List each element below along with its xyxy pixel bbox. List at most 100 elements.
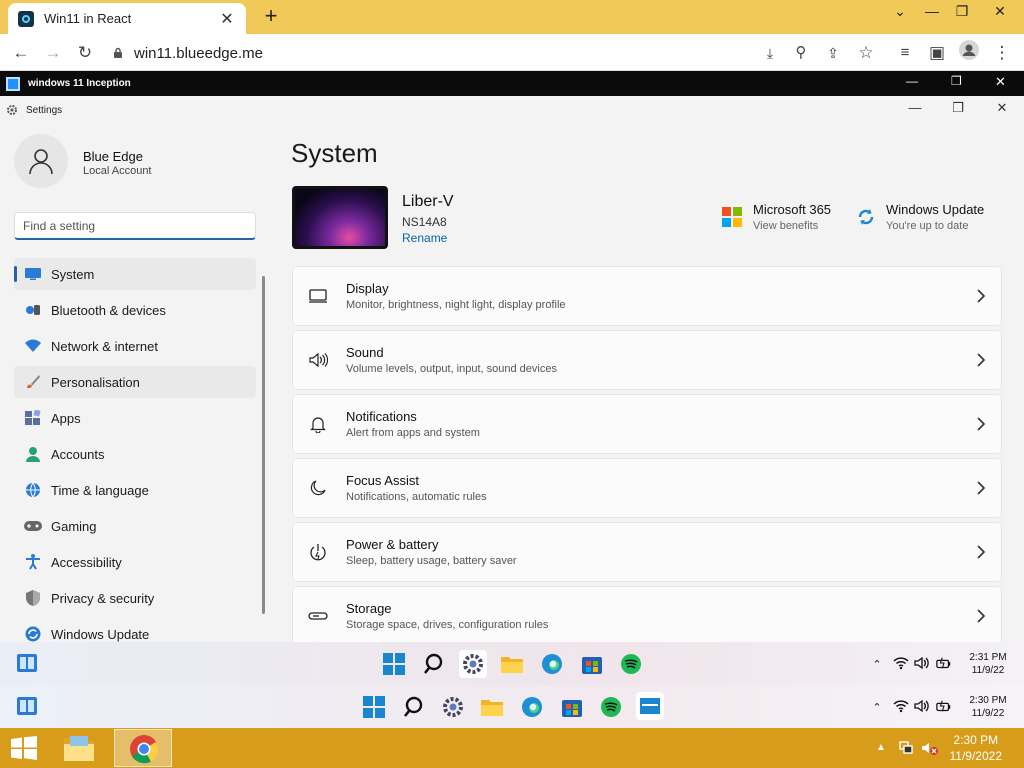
- tab-search-chevron-icon[interactable]: ⌄: [882, 0, 918, 22]
- start-icon[interactable]: [380, 650, 408, 678]
- sidebar-item-privacy-security[interactable]: Privacy & security: [14, 582, 256, 614]
- host-volume-muted-icon[interactable]: [921, 740, 939, 759]
- host-tray-chevron-icon[interactable]: ▲: [876, 742, 886, 753]
- search-icon[interactable]: [420, 650, 448, 678]
- accounts-icon: [24, 445, 42, 463]
- side-panel-icon[interactable]: ▣: [924, 40, 950, 66]
- tray-battery-icon[interactable]: [936, 655, 952, 671]
- back-arrow-icon[interactable]: ←: [8, 40, 34, 66]
- sidebar-item-label: Time & language: [51, 482, 149, 498]
- tray-wifi-icon[interactable]: [893, 655, 909, 671]
- card-sound[interactable]: Sound Volume levels, output, input, sound…: [292, 330, 1002, 390]
- sidebar-item-apps[interactable]: Apps: [14, 402, 256, 434]
- card-notifications[interactable]: Notifications Alert from apps and system: [292, 394, 1002, 454]
- windows-update-tile[interactable]: Windows Update You're up to date: [856, 202, 984, 232]
- settings-nav: System Bluetooth & devices Network & inter…: [14, 258, 256, 642]
- card-title: Sound: [346, 345, 384, 360]
- device-name: Liber-V: [402, 193, 454, 210]
- tray-chevron-up-icon[interactable]: ⌃: [869, 656, 885, 672]
- sidebar-item-accessibility[interactable]: Accessibility: [14, 546, 256, 578]
- update-icon: [24, 625, 42, 642]
- sidebar-item-label: Accounts: [51, 446, 105, 462]
- card-focus-assist[interactable]: Focus Assist Notifications, automatic rul…: [292, 458, 1002, 518]
- sidebar-item-network-internet[interactable]: Network & internet: [14, 330, 256, 362]
- host-clock[interactable]: 2:30 PM 11/9/2022: [950, 732, 1003, 764]
- install-app-icon[interactable]: ⤓: [757, 40, 783, 66]
- page-title: System: [291, 138, 378, 168]
- sidebar-item-windows-update[interactable]: Windows Update: [14, 618, 256, 642]
- browser-toolbar: ← → ↻ win11.blueedge.me ⤓ ⚲ ⇪ ☆ ≡ ▣ ⋮: [0, 34, 1024, 71]
- inception-close-icon[interactable]: ✕: [995, 74, 1006, 90]
- tray-volume-icon[interactable]: [914, 655, 930, 671]
- share-icon[interactable]: ⇪: [820, 40, 846, 66]
- browser-menu-icon[interactable]: ⋮: [989, 40, 1015, 66]
- file-explorer-icon[interactable]: [478, 693, 506, 721]
- windows-update-subtitle: You're up to date: [886, 220, 969, 232]
- browser-tab[interactable]: Win11 in React ✕: [8, 3, 246, 34]
- card-storage[interactable]: Storage Storage space, drives, configurat…: [292, 586, 1002, 642]
- bookmark-star-icon[interactable]: ☆: [853, 40, 879, 66]
- inception-title-bar: windows 11 Inception — ❐ ✕: [0, 71, 1024, 96]
- card-power-battery[interactable]: Power & battery Sleep, battery usage, bat…: [292, 522, 1002, 582]
- sidebar-item-time-language[interactable]: Time & language: [14, 474, 256, 506]
- card-subtitle: Monitor, brightness, night light, displa…: [346, 299, 566, 311]
- rename-link[interactable]: Rename: [402, 231, 447, 245]
- profile-avatar-icon[interactable]: [956, 40, 982, 66]
- settings-app-icon[interactable]: [439, 693, 467, 721]
- chevron-right-icon: [977, 609, 986, 623]
- tray-battery-icon[interactable]: [936, 698, 952, 714]
- settings-minimize-icon[interactable]: —: [900, 100, 930, 115]
- sidebar-item-bluetooth-devices[interactable]: Bluetooth & devices: [14, 294, 256, 326]
- edge-icon[interactable]: [538, 650, 566, 678]
- spotify-icon[interactable]: [617, 650, 645, 678]
- card-title: Notifications: [346, 409, 417, 424]
- nav-scrollbar[interactable]: [262, 276, 265, 614]
- edge-icon[interactable]: [518, 693, 546, 721]
- file-explorer-icon[interactable]: [498, 650, 526, 678]
- restore-icon[interactable]: ❐: [944, 0, 980, 22]
- tab-close-icon[interactable]: ✕: [218, 9, 236, 29]
- settings-close-icon[interactable]: ✕: [987, 100, 1017, 116]
- host-chrome-button[interactable]: [114, 729, 172, 767]
- sidebar-item-accounts[interactable]: Accounts: [14, 438, 256, 470]
- microsoft-365-tile[interactable]: Microsoft 365 View benefits: [722, 202, 831, 232]
- settings-restore-icon[interactable]: ❐: [943, 100, 973, 116]
- microsoft-365-subtitle: View benefits: [753, 220, 819, 232]
- user-avatar[interactable]: [14, 134, 68, 188]
- host-start-icon[interactable]: [10, 736, 38, 763]
- tray-chevron-up-icon[interactable]: ⌃: [869, 699, 885, 715]
- tray-wifi-icon[interactable]: [893, 698, 909, 714]
- card-display[interactable]: Display Monitor, brightness, night light,…: [292, 266, 1002, 326]
- spotify-icon[interactable]: [597, 693, 625, 721]
- host-file-explorer-icon[interactable]: [62, 732, 98, 764]
- settings-app-icon[interactable]: [459, 650, 487, 678]
- sidebar-item-system[interactable]: System: [14, 258, 256, 290]
- forward-arrow-icon[interactable]: →: [40, 40, 66, 66]
- store-icon[interactable]: [578, 650, 606, 678]
- zoom-icon[interactable]: ⚲: [788, 40, 814, 66]
- chevron-right-icon: [977, 545, 986, 559]
- search-input[interactable]: [14, 212, 256, 240]
- search-icon[interactable]: [400, 693, 428, 721]
- start-icon[interactable]: [360, 693, 388, 721]
- shield-icon: [24, 589, 42, 607]
- tray-clock[interactable]: 2:31 PM 11/9/22: [966, 651, 1010, 677]
- inception-app-taskbar-icon[interactable]: [636, 692, 664, 720]
- close-window-icon[interactable]: ✕: [982, 0, 1018, 22]
- widgets-icon[interactable]: [13, 649, 41, 677]
- tray-time: 2:30 PM: [969, 695, 1007, 706]
- host-network-icon[interactable]: [898, 740, 914, 759]
- store-icon[interactable]: [558, 693, 586, 721]
- sidebar-item-personalisation[interactable]: Personalisation: [14, 366, 256, 398]
- inception-restore-icon[interactable]: ❐: [951, 74, 962, 88]
- inception-minimize-icon[interactable]: —: [906, 74, 918, 88]
- reload-icon[interactable]: ↻: [72, 40, 98, 66]
- widgets-icon[interactable]: [13, 692, 41, 720]
- new-tab-button[interactable]: +: [258, 4, 284, 30]
- sidebar-item-gaming[interactable]: Gaming: [14, 510, 256, 542]
- tray-volume-icon[interactable]: [914, 698, 930, 714]
- tray-clock[interactable]: 2:30 PM 11/9/22: [966, 694, 1010, 720]
- tray-date: 11/9/22: [971, 708, 1005, 719]
- sidebar-item-label: Network & internet: [51, 338, 158, 354]
- media-controls-icon[interactable]: ≡: [892, 40, 918, 66]
